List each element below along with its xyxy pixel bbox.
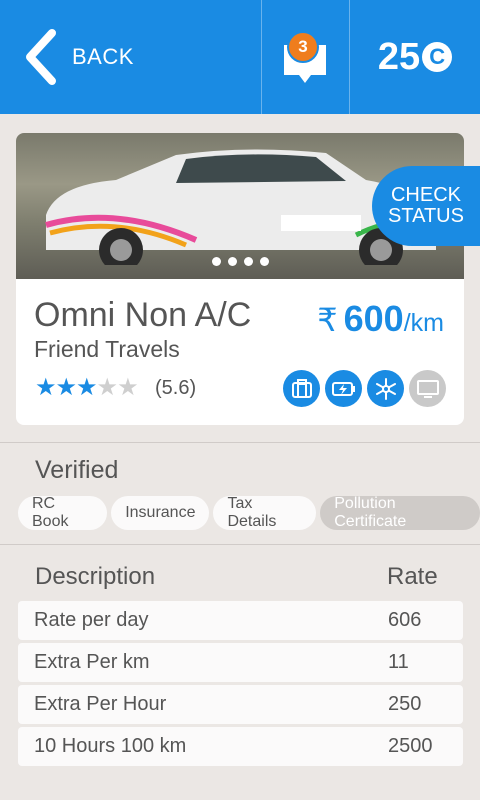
table-row: 10 Hours 100 km 2500 xyxy=(18,727,463,766)
carousel-dot[interactable] xyxy=(211,257,221,266)
row-rate: 11 xyxy=(388,651,409,673)
table-row: Rate per day 606 xyxy=(18,601,463,640)
carousel-dot[interactable] xyxy=(227,257,237,266)
back-button[interactable]: BACK xyxy=(0,0,262,114)
tv-icon xyxy=(409,370,446,407)
coins-balance[interactable]: 25 C xyxy=(350,0,480,114)
back-label: BACK xyxy=(72,44,134,69)
check-status-button[interactable]: CHECK STATUS xyxy=(372,166,480,246)
carousel-indicator xyxy=(16,257,464,266)
operator-name: Friend Travels xyxy=(34,336,180,362)
star-empty-icon: ★ xyxy=(96,374,118,401)
rupee-icon: ₹ xyxy=(317,302,338,338)
rates-table: Rate per day 606 Extra Per km 11 Extra P… xyxy=(18,601,463,769)
table-row: Extra Per km 11 xyxy=(18,643,463,682)
document-chip-insurance[interactable]: Insurance xyxy=(111,496,210,530)
section-divider xyxy=(0,544,480,545)
ac-snowflake-icon xyxy=(367,370,404,407)
document-chip-tax-details[interactable]: Tax Details xyxy=(213,495,317,530)
column-header-description: Description xyxy=(35,563,156,590)
column-header-rate: Rate xyxy=(387,563,438,590)
price-value: 600 xyxy=(343,298,404,339)
notification-badge: 3 xyxy=(287,31,319,63)
check-status-line2: STATUS xyxy=(388,205,464,227)
carousel-dot[interactable] xyxy=(243,257,253,266)
vehicle-name: Omni Non A/C xyxy=(34,296,252,334)
verified-heading: Verified xyxy=(35,456,119,484)
document-chip-pollution-certificate[interactable]: Pollution Certificate xyxy=(320,495,480,530)
row-description: Extra Per km xyxy=(34,651,150,673)
price-unit: /km xyxy=(403,309,444,337)
charging-icon xyxy=(325,370,362,407)
carousel-dot[interactable] xyxy=(259,257,269,266)
coin-icon: C xyxy=(422,42,453,72)
row-description: 10 Hours 100 km xyxy=(34,735,187,757)
luggage-icon xyxy=(283,370,320,407)
row-rate: 2500 xyxy=(388,735,433,757)
row-rate: 250 xyxy=(388,693,422,715)
rating-value: (5.6) xyxy=(155,377,197,399)
table-row: Extra Per Hour 250 xyxy=(18,685,463,724)
star-rating: ★★★★★ xyxy=(35,373,139,402)
star-filled-icon: ★ xyxy=(76,374,97,401)
notifications-button[interactable]: 3 xyxy=(262,0,349,114)
chevron-left-icon xyxy=(26,29,56,85)
section-divider xyxy=(0,442,480,443)
coins-value: 25 xyxy=(377,35,421,78)
document-chip-rc-book[interactable]: RC Book xyxy=(18,495,108,530)
feature-icons xyxy=(283,370,446,407)
star-empty-icon: ★ xyxy=(117,374,138,401)
check-status-line1: CHECK xyxy=(390,184,461,206)
star-filled-icon: ★ xyxy=(35,374,56,401)
row-description: Extra Per Hour xyxy=(34,693,167,715)
star-filled-icon: ★ xyxy=(55,374,77,401)
row-rate: 606 xyxy=(388,609,422,631)
price: ₹ 600 /km xyxy=(317,298,444,340)
verified-documents: RC Book Insurance Tax Details Pollution … xyxy=(18,495,480,530)
app-header: BACK 3 25 C xyxy=(0,0,480,114)
row-description: Rate per day xyxy=(34,609,149,631)
